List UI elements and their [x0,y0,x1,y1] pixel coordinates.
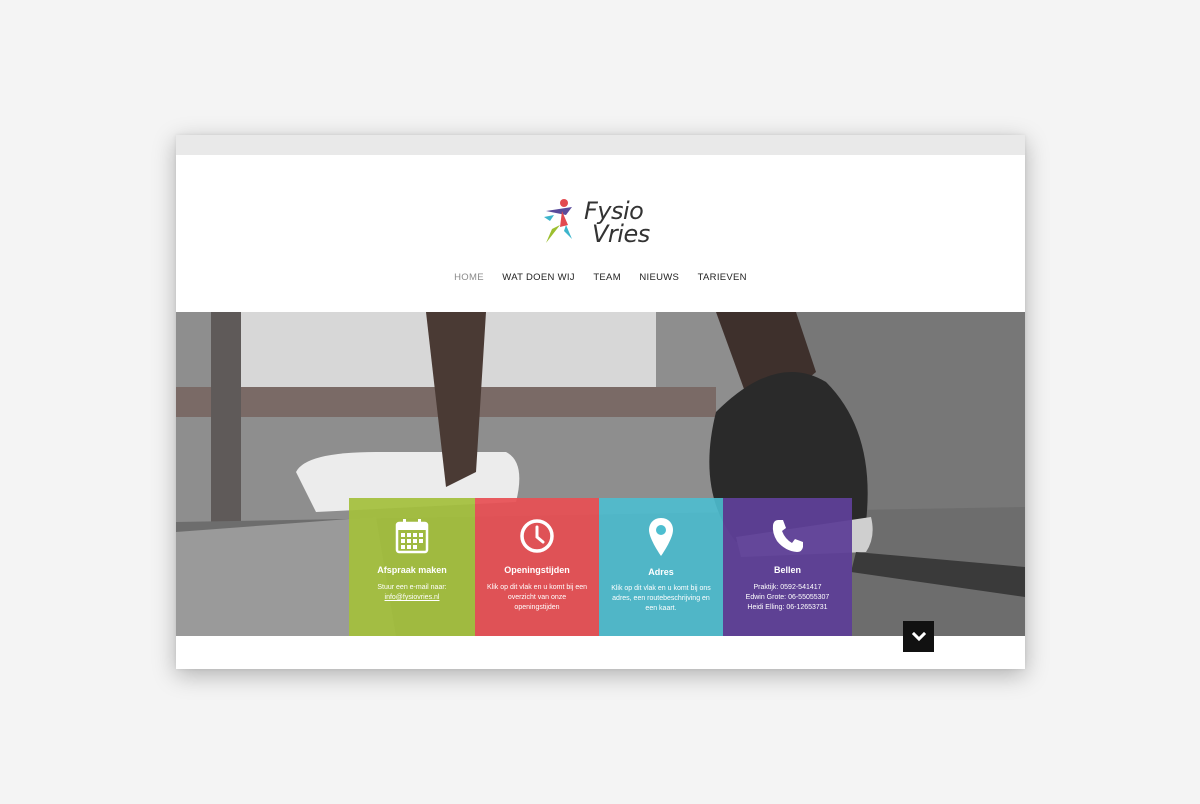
quick-links: Afspraak maken Stuur een e-mail naar: in… [349,498,852,636]
card-adres[interactable]: Adres Klik op dit vlak en u komt bij ons… [599,498,723,636]
logo[interactable]: Fysio Vries [542,193,660,249]
scroll-down-button[interactable] [903,621,934,652]
card-title: Bellen [773,565,801,575]
chevron-down-icon [911,631,926,641]
card-description: Klik op dit vlak en u komt bij een overz… [487,584,587,611]
nav-item-nieuws[interactable]: NIEUWS [639,272,679,283]
card-title: Openingstijden [504,565,570,575]
card-title: Adres [648,567,674,577]
card-description: Klik op dit vlak en u komt bij ons adres… [611,585,711,612]
logo-text-line2: Vries [592,220,650,248]
browser-frame: Fysio Vries HOME WAT DOEN WIJ TEAM NIEUW… [176,135,1025,669]
runner-logo-icon [544,199,572,243]
phone-edwin[interactable]: Edwin Grote: 06-55055307 [733,593,842,603]
main-nav: HOME WAT DOEN WIJ TEAM NIEUWS TARIEVEN [176,267,1025,285]
nav-item-wat-doen-wij[interactable]: WAT DOEN WIJ [502,272,575,283]
card-afspraak-maken[interactable]: Afspraak maken Stuur een e-mail naar: in… [349,498,475,636]
nav-item-home[interactable]: HOME [454,272,484,283]
top-bar [176,135,1025,155]
card-bellen[interactable]: Bellen Praktijk: 0592-541417 Edwin Grote… [723,498,852,636]
phone-praktijk[interactable]: Praktijk: 0592-541417 [733,583,842,593]
clock-icon [520,519,554,553]
phone-icon [772,520,803,552]
card-description: Stuur een e-mail naar: info@fysiovries.n… [359,583,465,603]
card-text: Stuur een e-mail naar: [377,584,447,591]
nav-item-team[interactable]: TEAM [593,272,621,283]
calendar-icon [395,519,429,554]
card-openingstijden[interactable]: Openingstijden Klik op dit vlak en u kom… [475,498,599,636]
phone-heidi[interactable]: Heidi Elling: 06-12653731 [733,603,842,613]
nav-item-tarieven[interactable]: TARIEVEN [698,272,747,283]
card-description: Praktijk: 0592-541417 Edwin Grote: 06-55… [733,583,842,613]
map-pin-icon [649,518,673,556]
email-link[interactable]: info@fysiovries.nl [359,593,465,603]
card-title: Afspraak maken [377,565,447,575]
